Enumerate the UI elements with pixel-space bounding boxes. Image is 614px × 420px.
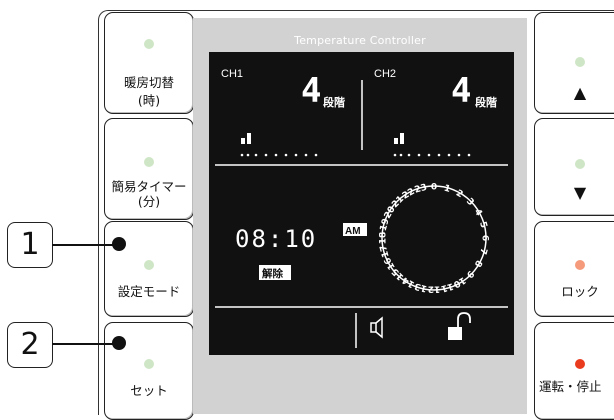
callout-2-dot: [112, 336, 126, 350]
dial-hour-label: 5: [477, 221, 488, 230]
panel-title: Temperature Controller: [294, 34, 426, 47]
ch1-level-bars: [240, 133, 318, 157]
dial-hour-label: 6: [480, 235, 490, 241]
ch2-level-digit: 4: [451, 71, 471, 111]
up-button[interactable]: ▲: [534, 12, 614, 114]
callout-1-dot: [112, 237, 126, 251]
dial-hour-label: 1: [443, 184, 452, 195]
heating-switch-sublabel: (時): [137, 93, 161, 108]
set-led: [144, 359, 154, 369]
callout-1: 1: [7, 222, 53, 268]
setting-mode-button[interactable]: 設定モード: [104, 221, 194, 317]
callout-2: 2: [7, 322, 53, 368]
callout-2-line: [52, 343, 118, 345]
set-label: セット: [130, 383, 168, 398]
up-led: [575, 57, 585, 67]
ch2-level-bars: [393, 133, 471, 157]
lcd-graphics: CH1 CH2 4 段階 4 段階 08:10 AM 解除 0 1 234567…: [215, 68, 508, 348]
ch1-level-suffix: 段階: [323, 95, 345, 109]
dial-hour-label: 9: [464, 268, 476, 280]
clock-time: 08:10: [235, 225, 317, 253]
setting-mode-led: [144, 260, 154, 270]
dial-hour-label: 18: [379, 232, 389, 245]
speaker-icon: [370, 316, 383, 339]
callout-1-line: [52, 244, 118, 246]
up-arrow-icon: ▲: [573, 83, 587, 102]
simple-timer-sublabel: (分): [137, 194, 161, 209]
down-led: [575, 159, 585, 169]
dial-hour-label: 23: [414, 183, 429, 196]
ch1-label: CH1: [221, 68, 243, 80]
ch1-level-digit: 4: [301, 71, 321, 111]
down-arrow-icon: ▼: [573, 183, 587, 202]
dial-hour-label: 11: [440, 280, 455, 293]
heating-switch-label: 暖房切替: [123, 75, 174, 90]
lcd-display: CH1 CH2 4 段階 4 段階 08:10 AM 解除 0 1 2 3 4 …: [209, 52, 514, 355]
simple-timer-button[interactable]: 簡易タイマー (分): [104, 118, 194, 220]
dial-hour-label: 7: [477, 247, 488, 256]
simple-timer-led: [144, 157, 154, 167]
heating-switch-button[interactable]: 暖房切替 (時): [104, 12, 194, 114]
simple-timer-label: 簡易タイマー: [111, 179, 187, 194]
ch2-level-suffix: 段階: [475, 95, 497, 109]
run-stop-led: [575, 359, 585, 369]
run-stop-button[interactable]: 運転・停止: [534, 322, 614, 420]
heating-switch-led: [144, 39, 154, 49]
dial-hour-label: 12: [428, 284, 441, 294]
ampm-text: AM: [345, 226, 361, 237]
run-stop-label: 運転・停止: [539, 379, 602, 394]
dial-hour-label: 3: [464, 197, 476, 209]
dial-hour-label: 17: [379, 244, 392, 259]
dial-hour-label: 0: [431, 183, 437, 193]
lock-led: [575, 260, 585, 270]
ch2-label: CH2: [374, 68, 396, 80]
lock-button[interactable]: ロック: [534, 221, 614, 317]
down-button[interactable]: ▼: [534, 118, 614, 216]
hour-dial-labels: 0 1 234567891011121314151617181920212223: [379, 183, 490, 294]
setting-mode-label: 設定モード: [117, 284, 181, 299]
lock-label: ロック: [561, 284, 599, 299]
unlock-icon: [448, 312, 471, 340]
timer-status-text: 解除: [261, 267, 283, 280]
